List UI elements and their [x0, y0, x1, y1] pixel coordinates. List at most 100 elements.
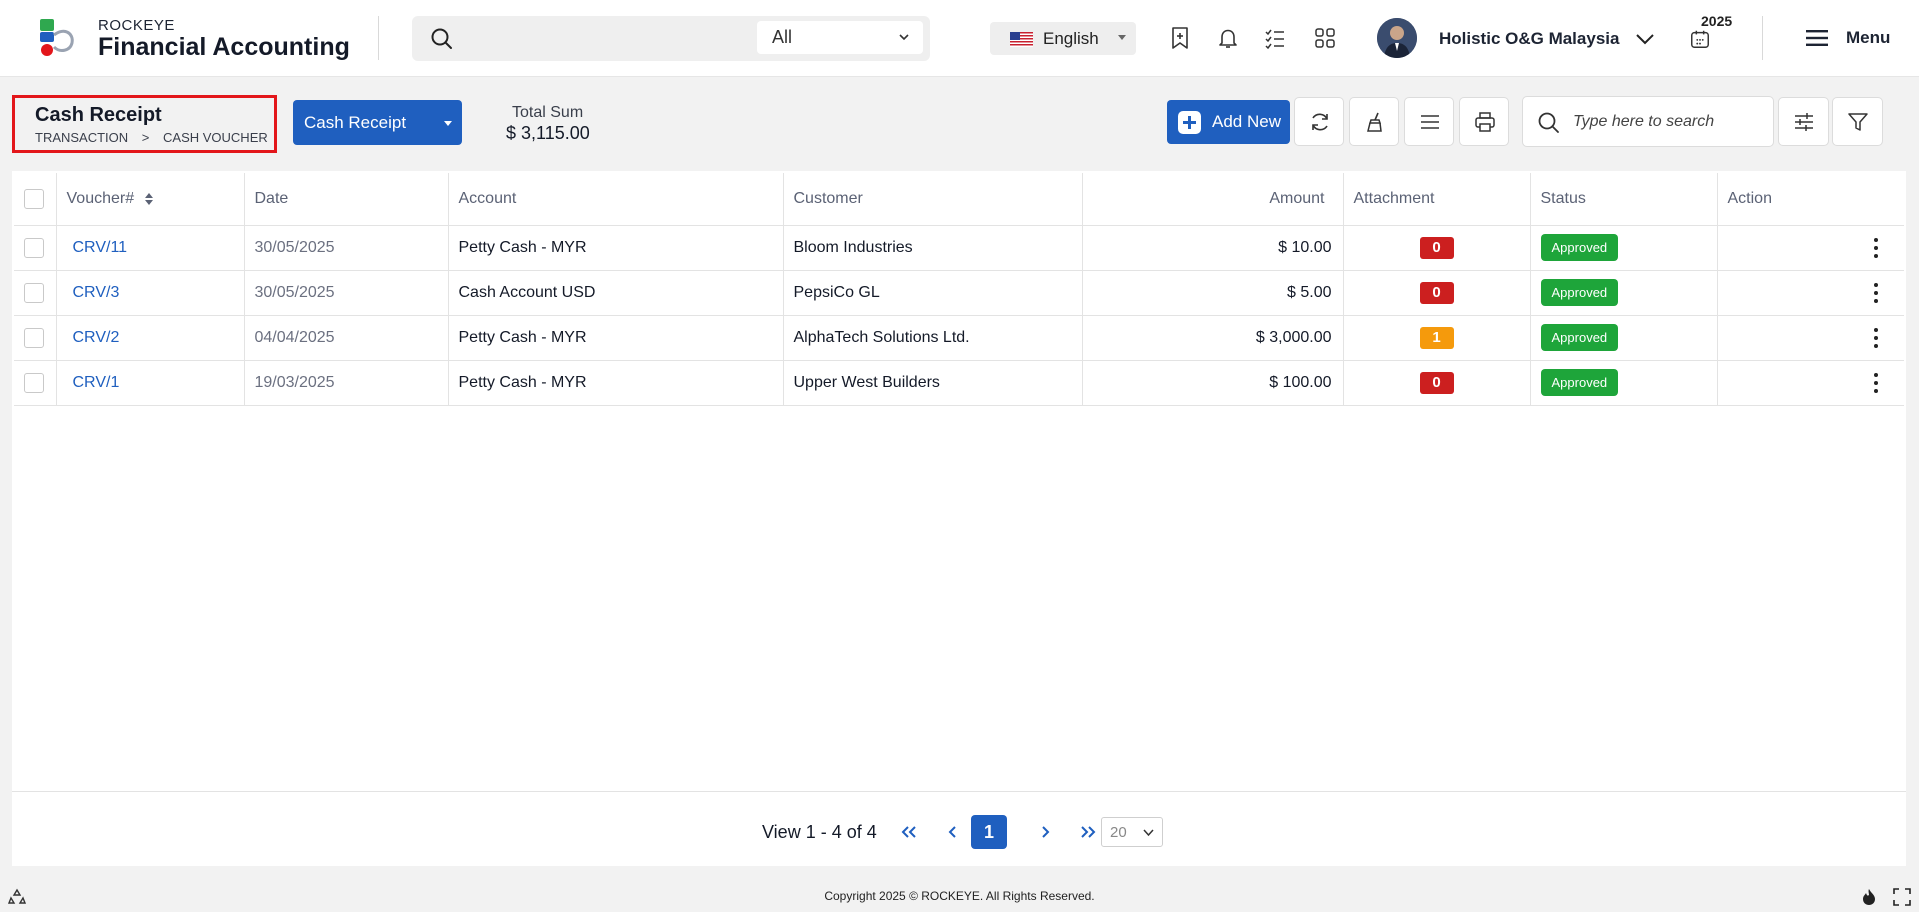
- avatar[interactable]: [1377, 18, 1417, 58]
- voucher-link[interactable]: CRV/11: [56, 225, 245, 271]
- voucher-link[interactable]: CRV/3: [56, 270, 245, 316]
- row-checkbox[interactable]: [24, 237, 44, 258]
- checklist-icon[interactable]: [1263, 26, 1287, 50]
- more-options-icon[interactable]: [1874, 372, 1878, 393]
- amount-cell: $ 100.00: [1082, 360, 1344, 406]
- print-icon: [1475, 112, 1495, 132]
- row-select-cell: [14, 315, 57, 361]
- table-row[interactable]: CRV/11 30/05/2025 Petty Cash - MYR Bloom…: [14, 225, 1904, 271]
- column-header-amount[interactable]: Amount: [1082, 173, 1344, 226]
- more-options-icon[interactable]: [1874, 282, 1878, 303]
- account-cell: Petty Cash - MYR: [448, 315, 784, 361]
- refresh-button[interactable]: [1294, 97, 1344, 146]
- account-cell: Cash Account USD: [448, 270, 784, 316]
- table-row[interactable]: CRV/3 30/05/2025 Cash Account USD PepsiC…: [14, 270, 1904, 316]
- language-select[interactable]: English: [990, 22, 1136, 55]
- table-row[interactable]: CRV/2 04/04/2025 Petty Cash - MYR AlphaT…: [14, 315, 1904, 361]
- more-options-icon[interactable]: [1874, 327, 1878, 348]
- chevron-down-icon[interactable]: [1633, 27, 1657, 51]
- search-icon: [1538, 112, 1559, 133]
- column-settings-icon: [1795, 113, 1813, 131]
- row-checkbox[interactable]: [24, 372, 44, 393]
- sort-icon[interactable]: [145, 192, 154, 205]
- amount-cell: $ 5.00: [1082, 270, 1344, 316]
- page-size-select[interactable]: 20: [1101, 817, 1163, 847]
- voucher-type-label: Cash Receipt: [304, 113, 407, 132]
- table-row[interactable]: CRV/1 19/03/2025 Petty Cash - MYR Upper …: [14, 360, 1904, 406]
- apps-grid-icon[interactable]: [1313, 26, 1337, 50]
- attachment-cell: 1: [1343, 315, 1531, 361]
- row-select-cell: [14, 270, 57, 316]
- status-cell: Approved: [1530, 360, 1718, 406]
- voucher-type-dropdown[interactable]: Cash Receipt: [293, 100, 462, 145]
- column-header-date[interactable]: Date: [244, 173, 449, 226]
- column-header-voucher[interactable]: Voucher#: [56, 173, 245, 226]
- global-search-bar[interactable]: All: [412, 16, 930, 61]
- breadcrumb-item-cash-voucher[interactable]: CASH VOUCHER: [163, 130, 268, 145]
- table-search-box[interactable]: [1522, 96, 1774, 147]
- total-sum-label: Total Sum: [512, 104, 584, 121]
- next-page-button[interactable]: [1034, 820, 1056, 844]
- menu-label: Menu: [1846, 28, 1891, 47]
- pager-summary: View 1 - 4 of 4: [762, 822, 877, 842]
- more-options-icon[interactable]: [1874, 237, 1878, 258]
- attachment-count-badge[interactable]: 1: [1419, 326, 1454, 349]
- refresh-icon: [1312, 113, 1328, 131]
- date-cell: 30/05/2025: [244, 270, 449, 316]
- us-flag-icon: [1010, 32, 1033, 47]
- row-checkbox[interactable]: [24, 327, 44, 348]
- print-button[interactable]: [1459, 97, 1509, 146]
- status-badge: Approved: [1540, 324, 1619, 351]
- search-icon[interactable]: [430, 27, 454, 51]
- calendar-icon[interactable]: [1689, 28, 1711, 50]
- language-label: English: [1043, 29, 1099, 48]
- filter-button[interactable]: [1832, 97, 1883, 146]
- attachment-count-badge[interactable]: 0: [1419, 236, 1454, 259]
- table-search-input[interactable]: [1573, 110, 1763, 134]
- column-header-status[interactable]: Status: [1530, 173, 1718, 226]
- voucher-table: Voucher# Date Account Customer Amount At…: [14, 173, 1904, 406]
- column-header-attachment[interactable]: Attachment: [1343, 173, 1531, 226]
- column-header-account[interactable]: Account: [448, 173, 784, 226]
- attachment-count-badge[interactable]: 0: [1419, 371, 1454, 394]
- fiscal-year-label: 2025: [1701, 13, 1733, 29]
- list-view-button[interactable]: [1404, 97, 1454, 146]
- clear-filters-button[interactable]: [1349, 97, 1399, 146]
- previous-page-button[interactable]: [942, 820, 964, 844]
- chevron-down-icon: [1143, 829, 1154, 837]
- bell-icon[interactable]: [1216, 26, 1240, 50]
- company-name[interactable]: Holistic O&G Malaysia: [1439, 29, 1619, 49]
- action-cell: [1717, 270, 1904, 316]
- amount-cell: $ 3,000.00: [1082, 315, 1344, 361]
- voucher-link[interactable]: CRV/1: [56, 360, 245, 406]
- add-new-label: Add New: [1212, 112, 1281, 131]
- total-sum-value: $ 3,115.00: [506, 123, 590, 143]
- user-photo-icon: [1377, 18, 1417, 58]
- brand-name: ROCKEYE: [98, 17, 175, 34]
- add-new-button[interactable]: Add New: [1167, 100, 1290, 144]
- select-all-checkbox[interactable]: [24, 188, 44, 209]
- breadcrumb: TRANSACTION > CASH VOUCHER: [35, 130, 278, 145]
- row-select-cell: [14, 225, 57, 271]
- column-header-customer[interactable]: Customer: [783, 173, 1083, 226]
- bookmark-add-icon[interactable]: [1168, 26, 1192, 50]
- rockeye-logo-icon[interactable]: [36, 17, 78, 59]
- fullscreen-icon[interactable]: [1893, 888, 1911, 906]
- breadcrumb-item-transaction[interactable]: TRANSACTION: [35, 130, 128, 145]
- voucher-link[interactable]: CRV/2: [56, 315, 245, 361]
- chevron-right-icon: [1042, 826, 1050, 838]
- last-page-button[interactable]: [1077, 820, 1099, 844]
- row-checkbox[interactable]: [24, 282, 44, 303]
- current-page-button[interactable]: 1: [971, 815, 1007, 849]
- attachment-count-badge[interactable]: 0: [1419, 281, 1454, 304]
- first-page-button[interactable]: [898, 820, 920, 844]
- amount-cell: $ 10.00: [1082, 225, 1344, 271]
- breadcrumb-separator: >: [141, 130, 150, 145]
- footer: Copyright 2025 © ROCKEYE. All Rights Res…: [0, 882, 1919, 912]
- page-size-value: 20: [1110, 824, 1127, 841]
- column-settings-button[interactable]: [1778, 97, 1829, 146]
- top-bar: ROCKEYE Financial Accounting All English: [0, 0, 1919, 77]
- flame-icon[interactable]: [1860, 888, 1878, 906]
- search-scope-select[interactable]: All: [757, 21, 923, 54]
- chevron-left-icon: [948, 826, 956, 838]
